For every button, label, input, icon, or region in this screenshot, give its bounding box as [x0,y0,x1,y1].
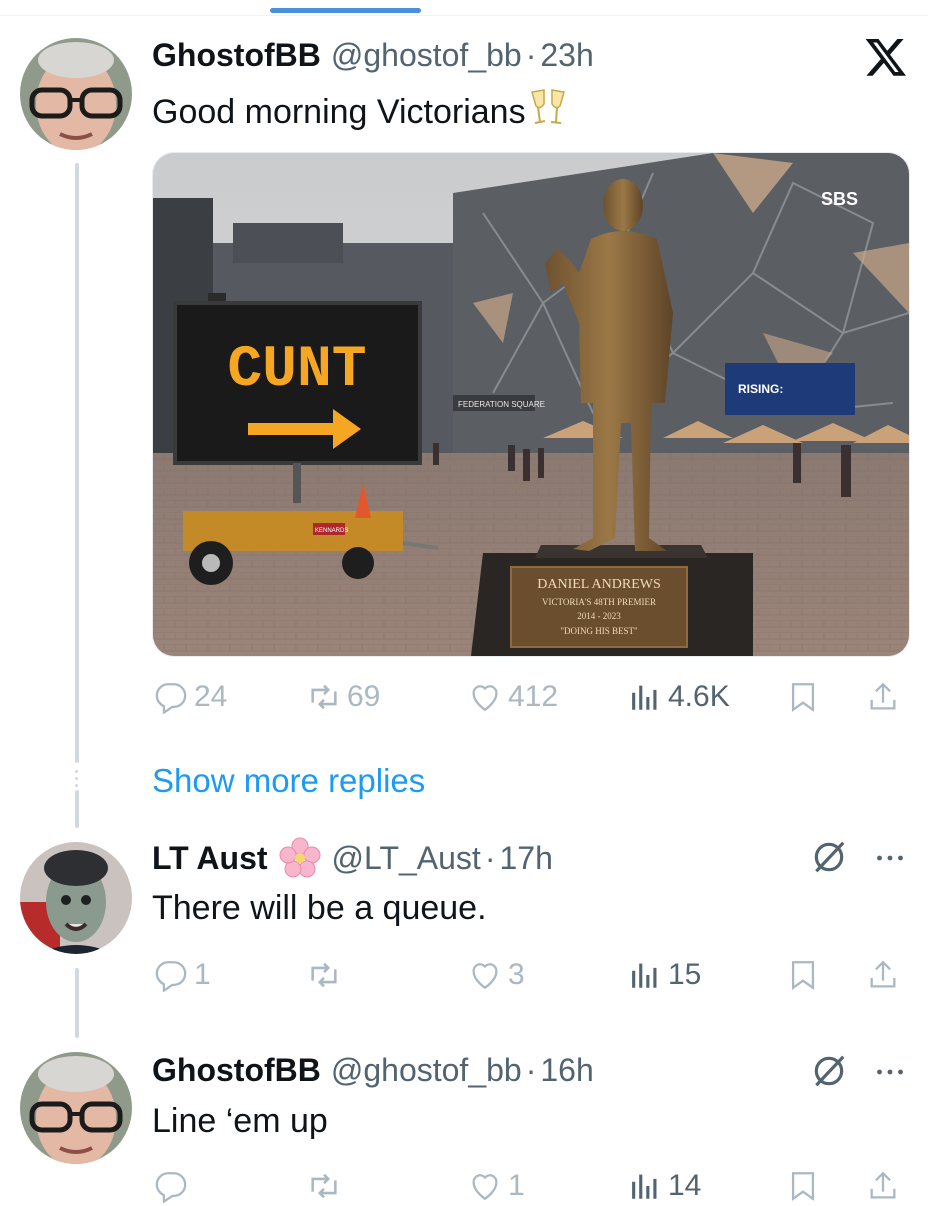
reply-actions: 1 3 15 [152,955,908,995]
repost-button[interactable] [307,1166,347,1206]
bookmark-button[interactable] [786,1166,826,1206]
views-chart-icon [632,685,657,710]
repost-button[interactable]: 69 [307,677,380,717]
reply-button[interactable]: 1 [154,955,211,995]
repost-icon [311,684,337,710]
repost-count: 69 [347,680,381,713]
share-button[interactable] [866,677,906,717]
display-name[interactable]: LT Aust [152,840,268,877]
bookmark-button[interactable] [786,677,826,717]
banner-text: RISING: [738,382,783,396]
bookmark-icon [791,1172,815,1201]
scroll-indicator [270,8,421,13]
plaque-quote: "DOING HIS BEST" [560,626,638,636]
views-button[interactable]: 15 [628,955,701,995]
sbs-sign: SBS [821,189,858,209]
heart-icon [472,1174,498,1201]
share-button[interactable] [866,1166,906,1206]
like-count: 3 [508,958,525,991]
reply-icon [155,1172,187,1203]
timestamp[interactable]: 23h [540,37,593,74]
reply-count: 1 [194,958,211,991]
bookmark-icon [791,961,815,990]
share-icon [870,1171,896,1199]
thread-ellipsis [75,770,79,791]
views-chart-icon [632,1174,657,1199]
heart-icon [472,963,498,990]
tweet-header: GhostofBB @ghostof_bb · 23h [152,35,594,75]
share-icon [870,682,896,710]
bookmark-button[interactable] [786,955,826,995]
tweet-text: Good morning Victorians [152,86,570,139]
clinking-glasses-icon [526,86,570,139]
divider [0,15,928,16]
trailer-plate: KENNARDS [315,528,348,534]
user-handle[interactable]: @LT_Aust [332,840,481,877]
show-more-replies-link[interactable]: Show more replies [152,762,425,800]
reply-icon [155,683,187,714]
cherry-blossom-icon [278,836,322,880]
federation-square-sign: FEDERATION SQUARE [458,400,545,409]
thread-line [75,163,79,763]
dot-separator: · [525,1051,537,1088]
reply-header: GhostofBB @ghostof_bb · 16h [152,1050,594,1090]
repost-icon [311,1173,337,1199]
timestamp[interactable]: 16h [540,1052,593,1089]
dot-separator: · [484,839,496,876]
user-handle[interactable]: @ghostof_bb [331,37,522,74]
more-options-icon[interactable] [872,1054,908,1090]
heart-icon [472,685,498,712]
views-button[interactable]: 4.6K [628,677,730,717]
tweet-actions: 24 69 412 4.6K [152,677,908,717]
views-button[interactable]: 14 [628,1166,701,1206]
reply-header: LT Aust @LT_Aust · 17h [152,836,553,880]
reply-text: Line ‘em up [152,1102,328,1140]
avatar[interactable] [20,1052,132,1164]
timestamp[interactable]: 17h [499,840,552,877]
avatar[interactable] [20,38,132,150]
reply-text: There will be a queue. [152,889,487,927]
tweet-media-image[interactable]: SBS RISING: FEDERATION SQUARE CUNT KENNA… [152,152,910,657]
thread-line [75,790,79,828]
like-button[interactable]: 412 [468,677,558,717]
plaque-title: VICTORIA'S 48TH PREMIER [542,597,656,607]
like-count: 412 [508,680,559,713]
avatar[interactable] [20,842,132,954]
view-count: 15 [668,958,702,991]
reply-button[interactable]: 24 [154,677,227,717]
bookmark-icon [791,683,815,712]
x-logo-icon [864,35,908,79]
share-button[interactable] [866,955,906,995]
reply-icon [155,961,187,992]
display-name[interactable]: GhostofBB [152,37,321,74]
like-button[interactable]: 3 [468,955,525,995]
more-options-icon[interactable] [872,840,908,876]
reply-button[interactable] [154,1166,194,1206]
plaque-years: 2014 - 2023 [577,611,621,621]
like-button[interactable]: 1 [468,1166,525,1206]
dot-separator: · [525,36,537,73]
reply-count: 24 [194,680,228,713]
grok-icon[interactable] [810,1052,848,1090]
share-icon [870,960,896,988]
view-count: 4.6K [668,680,730,713]
plaque-name: DANIEL ANDREWS [537,577,661,592]
user-handle[interactable]: @ghostof_bb [331,1052,522,1089]
views-chart-icon [632,963,657,988]
like-count: 1 [508,1169,525,1202]
thread-line [75,968,79,1038]
display-name[interactable]: GhostofBB [152,1052,321,1089]
view-count: 14 [668,1169,702,1202]
reply-actions: 1 14 [152,1166,908,1206]
repost-button[interactable] [307,955,347,995]
repost-icon [311,962,337,988]
grok-icon[interactable] [810,838,848,876]
sign-board-text: CUNT [227,338,366,403]
